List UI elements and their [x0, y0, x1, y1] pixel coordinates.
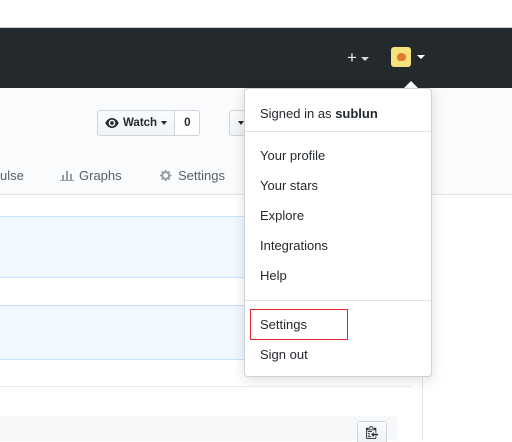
menu-divider: [245, 131, 431, 132]
user-menu-button[interactable]: [391, 47, 425, 67]
username: sublun: [335, 106, 378, 121]
clipboard-icon: [366, 426, 378, 439]
settings-highlight-box: [250, 309, 348, 340]
menu-item-integrations[interactable]: Integrations: [260, 236, 328, 256]
watch-label: Watch: [123, 117, 158, 129]
graph-icon: [60, 171, 74, 181]
menu-item-explore[interactable]: Explore: [260, 206, 304, 226]
tab-label: Settings: [178, 167, 225, 183]
signed-in-header: Signed in as sublun: [260, 106, 378, 121]
copy-to-clipboard-button[interactable]: [357, 421, 387, 442]
menu-item-your-profile[interactable]: Your profile: [260, 146, 325, 166]
watch-count[interactable]: 0: [175, 110, 201, 136]
watch-button-group: Watch 0: [97, 110, 201, 136]
tab-label: Graphs: [79, 167, 122, 183]
browser-chrome: [0, 0, 512, 28]
chevron-down-icon: [360, 57, 369, 61]
top-navigation-bar: [0, 28, 512, 88]
avatar: [391, 47, 411, 67]
tab-pulse[interactable]: ulse: [0, 164, 24, 186]
menu-item-help[interactable]: Help: [260, 266, 287, 286]
gear-icon: [160, 169, 172, 181]
signed-in-prefix: Signed in as: [260, 106, 332, 121]
tab-graphs[interactable]: Graphs: [60, 164, 122, 186]
chevron-down-icon: [417, 55, 425, 59]
dropdown-pointer: [404, 81, 418, 88]
eye-icon: [105, 118, 119, 128]
section-divider: [0, 386, 412, 387]
menu-item-your-stars[interactable]: Your stars: [260, 176, 318, 196]
menu-divider: [245, 300, 431, 301]
clone-url-bar: [0, 416, 398, 441]
chevron-down-icon: [161, 121, 168, 125]
create-new-button[interactable]: +: [347, 48, 369, 68]
watch-button[interactable]: Watch: [97, 110, 176, 136]
tab-label: ulse: [0, 167, 24, 183]
tab-settings[interactable]: Settings: [160, 164, 225, 186]
menu-item-sign-out[interactable]: Sign out: [260, 345, 308, 365]
plus-icon: +: [347, 48, 357, 67]
